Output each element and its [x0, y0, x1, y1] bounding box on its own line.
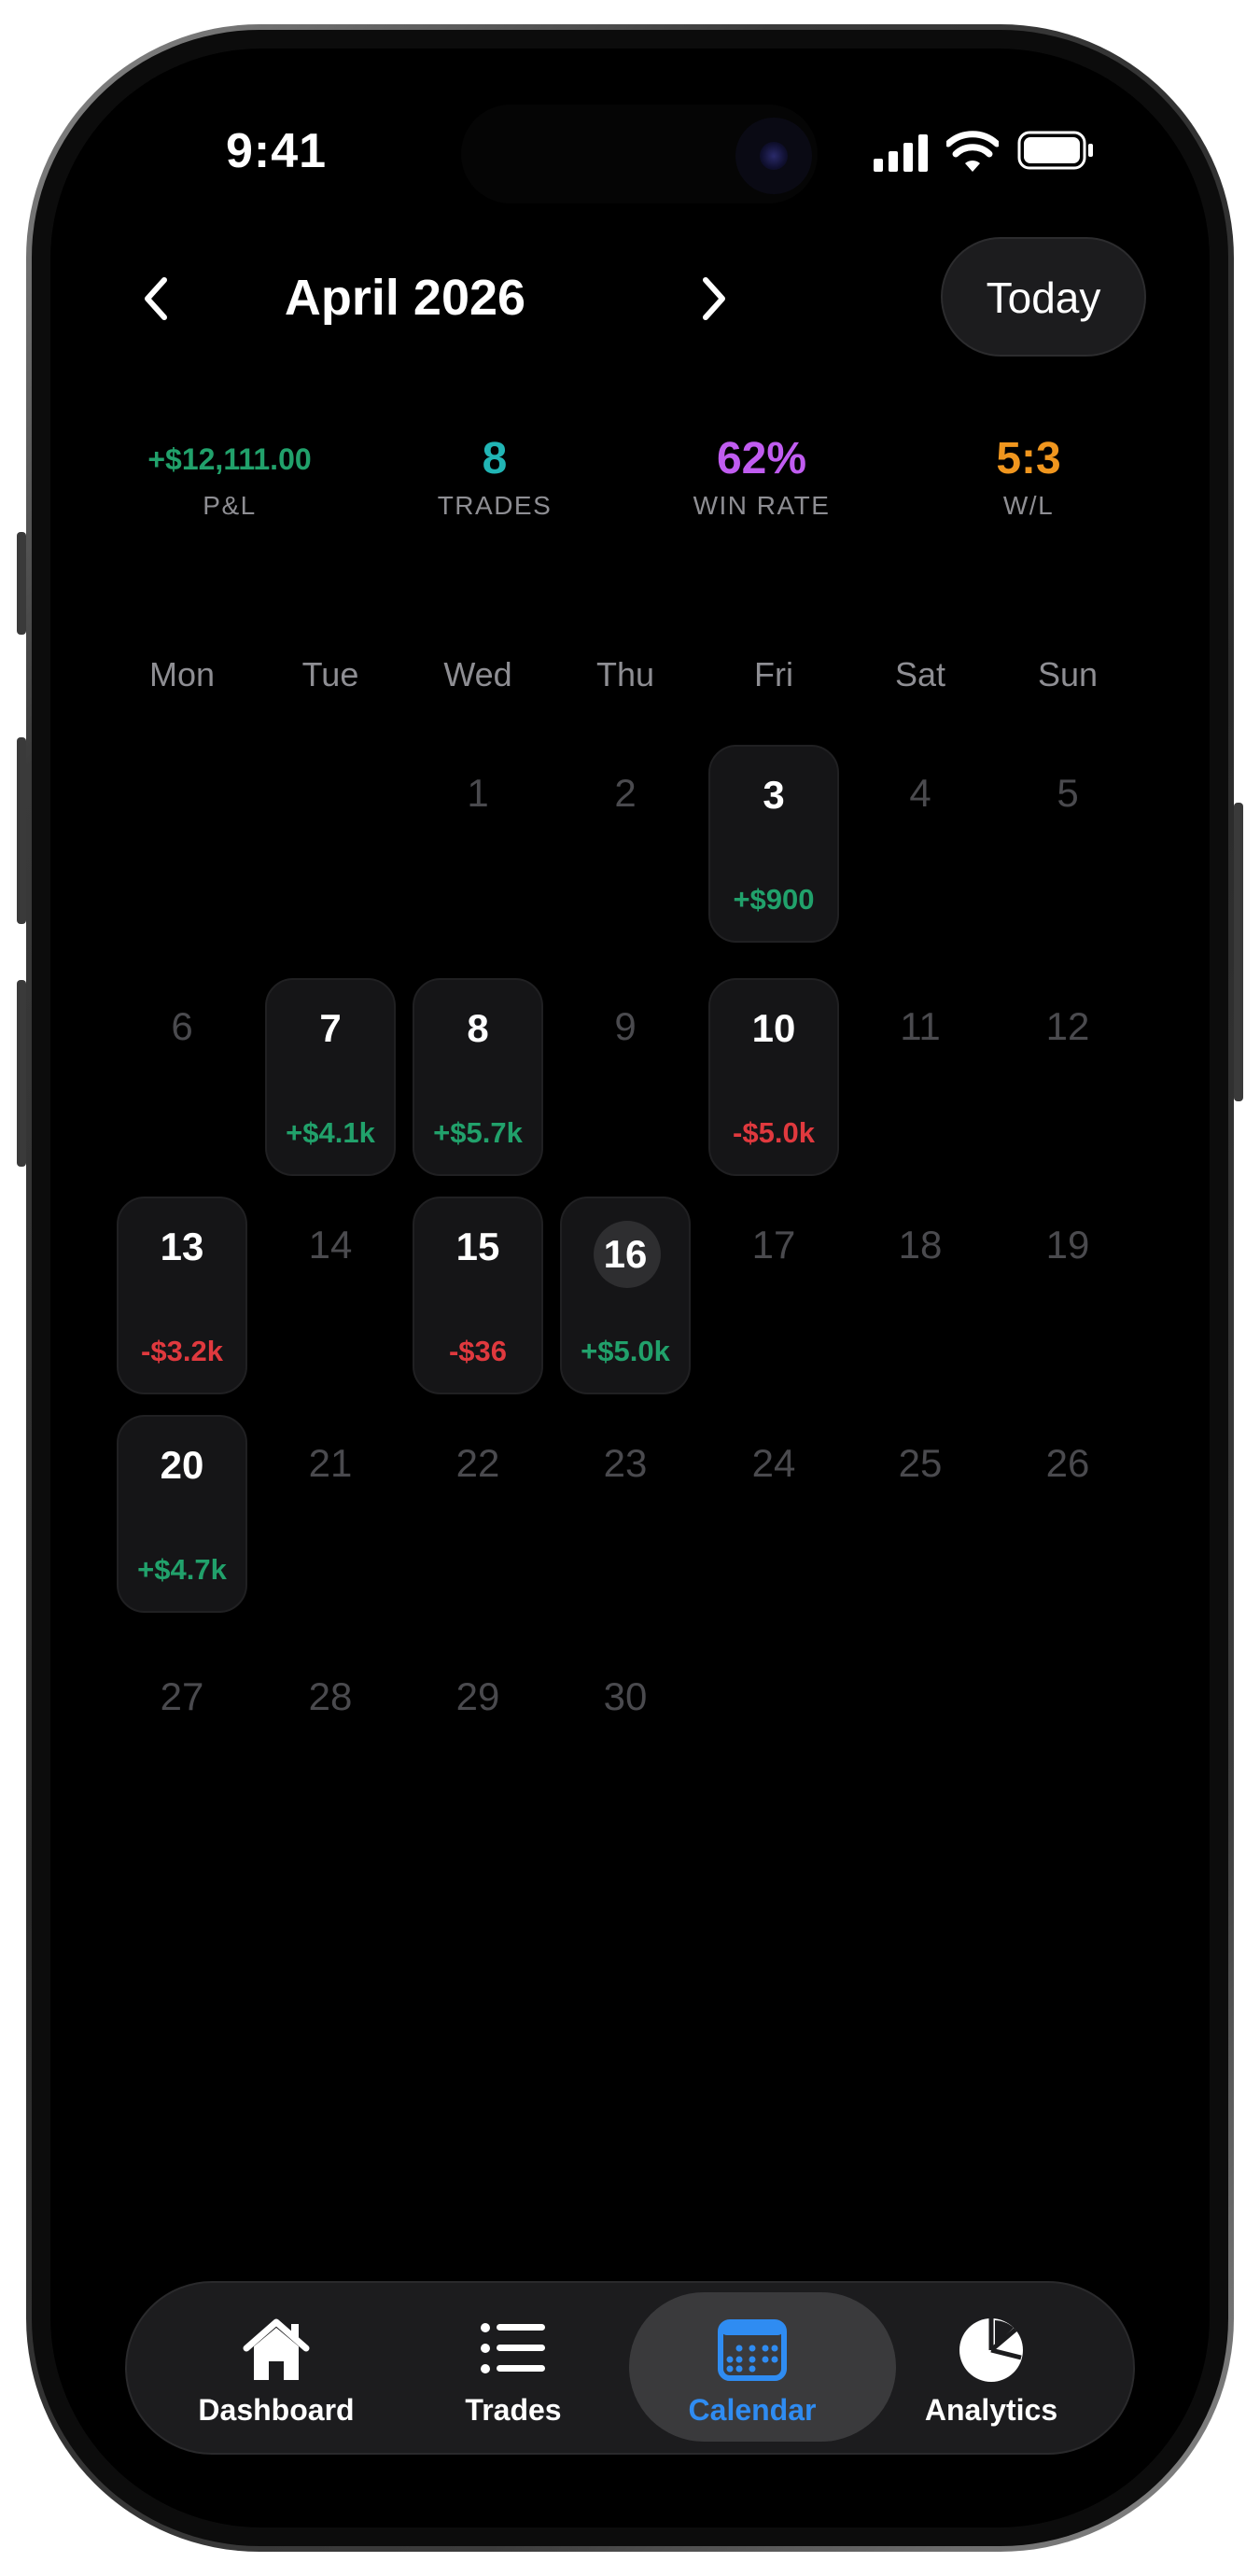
day-number: 4 [909, 771, 931, 815]
calendar-day-11[interactable]: 11 [855, 978, 986, 1176]
volume-down-button [17, 980, 26, 1167]
calendar-day-25[interactable]: 25 [855, 1415, 986, 1613]
day-number: 13 [160, 1225, 204, 1268]
day-number: 25 [898, 1441, 943, 1485]
calendar-day-23[interactable]: 23 [560, 1415, 691, 1613]
day-number: 30 [603, 1674, 648, 1718]
day-number: 24 [751, 1441, 796, 1485]
day-number: 27 [160, 1674, 204, 1718]
tab-bar: Dashboard Trades Calendar Analytics [125, 2281, 1135, 2455]
calendar-icon [718, 2319, 787, 2381]
calendar-day-20[interactable]: 20 +$4.7k [117, 1415, 247, 1613]
day-number: 19 [1045, 1223, 1090, 1267]
calendar-day-5[interactable]: 5 [1002, 745, 1133, 943]
calendar-day-4[interactable]: 4 [855, 745, 986, 943]
list-icon [481, 2323, 545, 2373]
calendar-day-29[interactable]: 29 [413, 1648, 543, 1846]
screen: 9:41 April 2026 Today +$12,111.00 P&L 8 … [50, 49, 1210, 2527]
calendar-day-10[interactable]: 10 -$5.0k [708, 978, 839, 1176]
day-number: 8 [467, 1006, 489, 1050]
tab-trades[interactable]: Trades [392, 2283, 635, 2457]
day-number: 20 [160, 1443, 204, 1487]
action-button [17, 532, 26, 635]
calendar-day-12[interactable]: 12 [1002, 978, 1133, 1176]
day-number: 28 [308, 1674, 353, 1718]
calendar-day-17[interactable]: 17 [708, 1197, 839, 1394]
calendar-day-27[interactable]: 27 [117, 1648, 247, 1846]
power-button [1234, 803, 1243, 1101]
day-number: 6 [171, 1004, 193, 1048]
day-number: 18 [898, 1223, 943, 1267]
tab-calendar-label: Calendar [688, 2393, 817, 2427]
calendar-day-1[interactable]: 1 [413, 745, 543, 943]
day-pnl: -$3.2k [141, 1335, 223, 1367]
tab-dashboard[interactable]: Dashboard [155, 2283, 398, 2457]
day-pnl: +$4.1k [286, 1116, 375, 1149]
house-icon [243, 2318, 310, 2380]
calendar-day-8[interactable]: 8 +$5.7k [413, 978, 543, 1176]
calendar-day-16[interactable]: 16 +$5.0k [560, 1197, 691, 1394]
calendar-day-21[interactable]: 21 [265, 1415, 396, 1613]
day-number: 2 [614, 771, 637, 815]
day-number: 7 [319, 1006, 342, 1050]
calendar-day-19[interactable]: 19 [1002, 1197, 1133, 1394]
day-number: 26 [1045, 1441, 1090, 1485]
day-number: 16 [603, 1232, 648, 1276]
calendar-day-6[interactable]: 6 [117, 978, 247, 1176]
day-number: 17 [751, 1223, 796, 1267]
calendar-day-30[interactable]: 30 [560, 1648, 691, 1846]
calendar-day-18[interactable]: 18 [855, 1197, 986, 1394]
day-number: 1 [467, 771, 489, 815]
day-number: 15 [455, 1225, 500, 1268]
calendar-day-28[interactable]: 28 [265, 1648, 396, 1846]
day-number: 21 [308, 1441, 353, 1485]
calendar-day-26[interactable]: 26 [1002, 1415, 1133, 1613]
calendar-day-22[interactable]: 22 [413, 1415, 543, 1613]
tab-dashboard-label: Dashboard [198, 2393, 355, 2427]
calendar-day-15[interactable]: 15 -$36 [413, 1197, 543, 1394]
day-pnl: -$5.0k [733, 1116, 815, 1149]
day-number: 29 [455, 1674, 500, 1718]
day-number: 14 [308, 1223, 353, 1267]
day-pnl: -$36 [448, 1335, 508, 1367]
day-pnl: +$4.7k [137, 1553, 227, 1586]
day-number: 9 [614, 1004, 637, 1048]
calendar-day-2[interactable]: 2 [560, 745, 691, 943]
day-number: 11 [900, 1004, 941, 1048]
day-number: 5 [1057, 771, 1079, 815]
calendar-day-14[interactable]: 14 [265, 1197, 396, 1394]
pie-chart-icon [959, 2318, 1023, 2382]
day-number: 22 [455, 1441, 500, 1485]
day-number: 10 [751, 1006, 796, 1050]
day-number: 12 [1045, 1004, 1090, 1048]
calendar-day-9[interactable]: 9 [560, 978, 691, 1176]
calendar-day-7[interactable]: 7 +$4.1k [265, 978, 396, 1176]
calendar-day-13[interactable]: 13 -$3.2k [117, 1197, 247, 1394]
day-number: 23 [603, 1441, 648, 1485]
day-pnl: +$5.0k [581, 1335, 670, 1367]
calendar-day-24[interactable]: 24 [708, 1415, 839, 1613]
day-pnl: +$5.7k [433, 1116, 523, 1149]
volume-up-button [17, 737, 26, 924]
tab-analytics-label: Analytics [924, 2393, 1058, 2427]
tab-analytics[interactable]: Analytics [870, 2283, 1113, 2457]
day-pnl: +$900 [733, 883, 815, 916]
day-number: 3 [763, 773, 785, 817]
calendar-grid: 1 2 3 +$900 4 5 6 7 +$4.1k 8 +$5.7k 9 10 -$5.0k 11 12 13… [50, 49, 1210, 2527]
tab-calendar[interactable]: Calendar [629, 2283, 896, 2457]
calendar-day-3[interactable]: 3 +$900 [708, 745, 839, 943]
tab-trades-label: Trades [465, 2393, 562, 2427]
